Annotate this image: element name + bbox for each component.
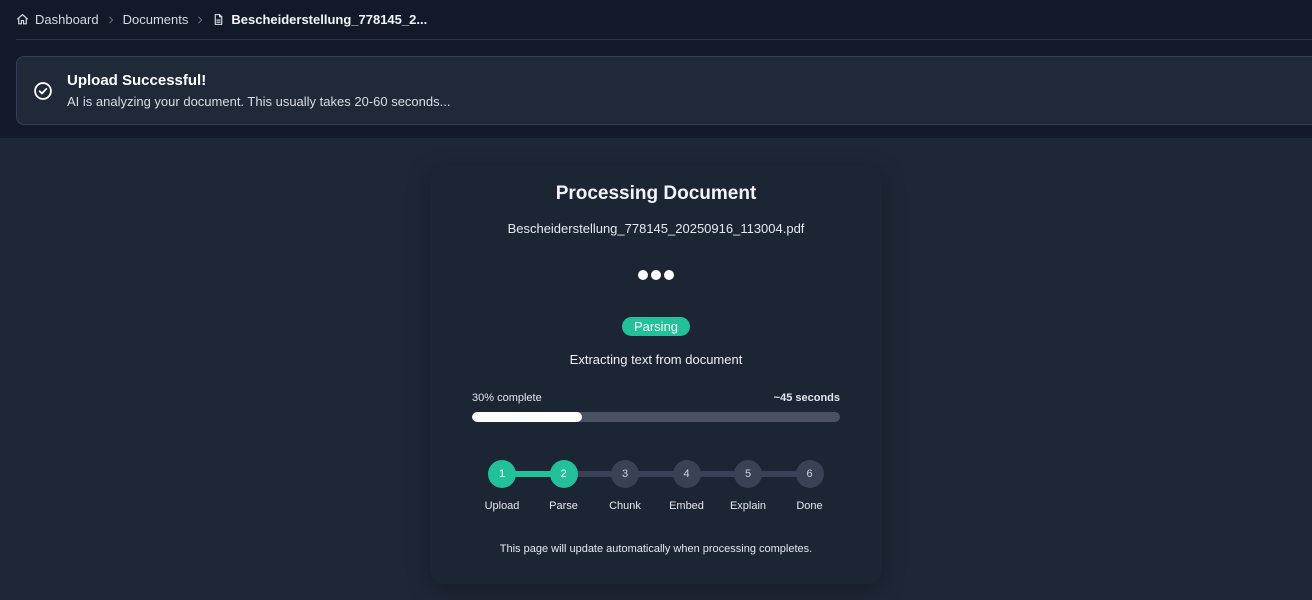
step-number: 1: [488, 460, 516, 488]
alert-title: Upload Successful!: [67, 72, 207, 89]
breadcrumb-current-label: Bescheiderstellung_778145_2...: [231, 12, 428, 27]
card-title: Processing Document: [555, 183, 757, 204]
chevron-right-icon: [188, 15, 212, 25]
step-number: 2: [549, 460, 578, 488]
step-number: 5: [734, 460, 762, 488]
step-chunk: 3 Chunk: [597, 460, 653, 512]
step-label: Done: [796, 500, 823, 512]
step-upload: 1 Upload: [474, 460, 530, 512]
upload-success-alert: Upload Successful! AI is analyzing your …: [16, 56, 1312, 125]
status-description: Extracting text from document: [569, 352, 743, 367]
check-circle-icon: [33, 81, 53, 101]
chevron-right-icon: [99, 15, 123, 25]
step-number: 6: [795, 460, 824, 488]
file-icon: [212, 13, 225, 26]
step-number: 4: [672, 460, 701, 488]
progress-bar: [472, 412, 840, 422]
top-area: Dashboard Documents Bescheiderstellung_7…: [0, 0, 1312, 138]
breadcrumb-dashboard[interactable]: Dashboard: [16, 12, 99, 27]
breadcrumb: Dashboard Documents Bescheiderstellung_7…: [16, 0, 1312, 40]
alert-description: AI is analyzing your document. This usua…: [67, 94, 451, 109]
step-label: Upload: [484, 500, 520, 512]
step-number: 3: [611, 460, 639, 488]
loading-dot: [664, 270, 674, 280]
step-label: Chunk: [609, 500, 641, 512]
step-embed: 4 Embed: [659, 460, 715, 512]
loading-dots-icon: [430, 270, 882, 280]
home-icon: [16, 13, 29, 26]
breadcrumb-current-file: Bescheiderstellung_778145_2...: [212, 12, 427, 27]
status-badge: Parsing: [622, 317, 690, 336]
breadcrumb-dashboard-label: Dashboard: [35, 12, 99, 27]
file-name: Bescheiderstellung_778145_20250916_11300…: [507, 221, 805, 236]
step-explain: 5 Explain: [720, 460, 776, 512]
step-indicator: 1 Upload 2 Parse 3 Chunk 4 Embed 5 Explain 6 Done: [430, 460, 882, 520]
step-parse: 2 Parse: [536, 460, 592, 512]
step-label: Parse: [549, 500, 578, 512]
loading-dot: [638, 270, 648, 280]
loading-dot: [651, 270, 661, 280]
progress-eta: ~45 seconds: [773, 392, 840, 404]
progress-bar-fill: [472, 412, 583, 422]
step-done: 6 Done: [782, 460, 838, 512]
auto-update-note: This page will update automatically when…: [499, 543, 813, 555]
step-label: Embed: [669, 500, 704, 512]
breadcrumb-documents-label: Documents: [122, 12, 189, 27]
processing-card: Processing Document Bescheiderstellung_7…: [430, 166, 882, 584]
breadcrumb-documents[interactable]: Documents: [123, 12, 189, 27]
progress-label: 30% complete: [472, 392, 542, 404]
step-label: Explain: [729, 500, 767, 512]
